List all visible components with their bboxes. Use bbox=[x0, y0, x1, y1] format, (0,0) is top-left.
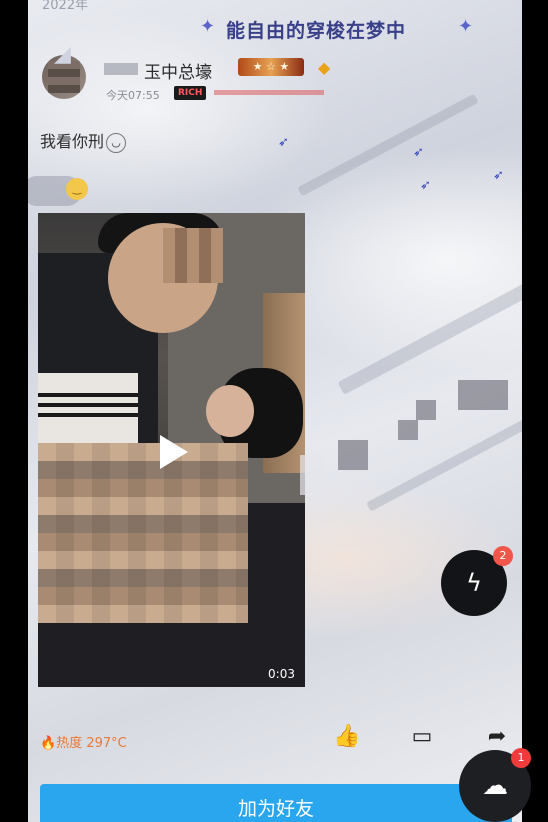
add-friend-button[interactable]: 加为好友 bbox=[40, 784, 512, 822]
post-screen: 2022年 ✦ 能自由的穿梭在梦中 ✦ ◢ 玉中总壕 ★ ☆ ★ ◆ 今天07:… bbox=[28, 0, 522, 822]
video-duration: 0:03 bbox=[268, 667, 295, 681]
heat-value: 热度 297°C bbox=[56, 736, 127, 751]
rocket-icon: ➶ bbox=[420, 178, 431, 193]
share-icon: ➦ bbox=[487, 724, 507, 749]
chat-count-badge: 2 bbox=[493, 546, 513, 566]
post-text-content: 我看你刑 bbox=[40, 132, 105, 151]
rocket-icon: ➶ bbox=[493, 168, 504, 183]
like-button[interactable]: 👍 bbox=[332, 722, 362, 752]
smirk-emoji-icon: ◡ bbox=[106, 132, 127, 153]
rocket-icon: ➶ bbox=[278, 135, 289, 150]
author-name[interactable]: 玉中总壕 bbox=[144, 58, 212, 83]
rich-badge: RICH bbox=[174, 86, 207, 100]
rank-badge: ★ ☆ ★ bbox=[238, 58, 304, 76]
upload-count-badge: 1 bbox=[511, 748, 531, 768]
heat-indicator: 🔥热度 297°C bbox=[40, 732, 127, 751]
face-mosaic bbox=[163, 228, 223, 283]
profile-banner-text: 能自由的穿梭在梦中 bbox=[226, 20, 407, 42]
comment-button[interactable]: ▭ bbox=[407, 722, 437, 752]
post-text: 我看你刑 ◡ bbox=[40, 128, 127, 153]
diamond-badge-icon: ◆ bbox=[318, 58, 331, 77]
sleepy-emoji-icon: ‿ bbox=[66, 178, 88, 200]
fire-icon: 🔥 bbox=[40, 736, 57, 751]
video-player[interactable]: 0:03 bbox=[38, 213, 305, 687]
mosaic-block bbox=[398, 420, 418, 440]
post-time: 今天07:55 bbox=[106, 89, 160, 102]
wing-right-icon: ✦ bbox=[458, 16, 474, 37]
rocket-icon: ➶ bbox=[413, 145, 424, 160]
mosaic-block bbox=[416, 400, 436, 420]
mosaic-block bbox=[300, 455, 324, 495]
lightning-chat-icon: ϟ bbox=[466, 569, 482, 597]
play-icon[interactable] bbox=[160, 435, 188, 469]
like-icon: 👍 bbox=[333, 724, 361, 749]
rich-badge-bar bbox=[214, 90, 324, 95]
avatar-frame-icon: ◢ bbox=[54, 42, 71, 67]
content-mosaic bbox=[38, 443, 248, 623]
mosaic-block bbox=[338, 440, 368, 470]
share-button[interactable]: ➦ bbox=[482, 722, 512, 752]
upload-cloud-icon: ☁ bbox=[482, 771, 508, 801]
wing-left-icon: ✦ bbox=[200, 16, 216, 37]
date-fragment: 2022年 bbox=[42, 0, 89, 13]
mosaic-block bbox=[458, 380, 508, 410]
comment-icon: ▭ bbox=[411, 724, 433, 749]
name-mosaic bbox=[104, 63, 138, 75]
